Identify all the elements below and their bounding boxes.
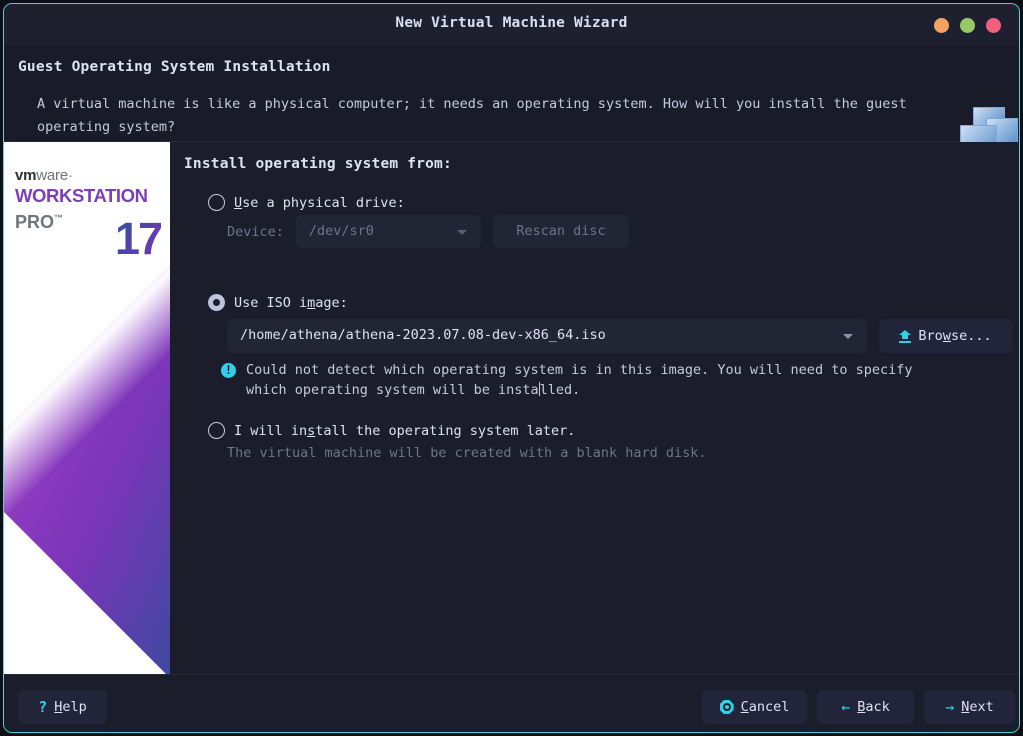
browse-button[interactable]: Browse... [879,319,1012,353]
radio-iso-image[interactable] [208,294,225,311]
page-title: Guest Operating System Installation [18,59,331,75]
brand-edition-text: PRO [15,212,55,232]
iso-row: /home/athena/athena-2023.07.08-dev-x86_6… [227,319,1012,353]
option-label-iso-image: Use ISO image: [234,295,348,311]
option-label-install-later: I will install the operating system late… [234,423,575,439]
cancel-label: Cancel [741,699,790,715]
option-install-later[interactable]: I will install the operating system late… [208,422,575,439]
warning-line-1: Could not detect which operating system … [246,362,913,378]
browse-label-pre: Bro [918,328,943,344]
option-label-rest: tall the operating system later. [315,422,576,439]
back-label: Back [857,699,890,715]
browse-label: Browse... [918,328,991,344]
option-label-rest: age: [315,294,348,311]
chevron-down-icon [843,334,853,339]
detection-warning: Could not detect which operating system … [221,360,1011,400]
help-label: Help [54,699,87,715]
window-title: New Virtual Machine Wizard [395,15,628,31]
device-row: Device: /dev/sr0 Rescan disc [227,215,629,248]
brand-version: 17 [114,213,163,264]
radio-physical-drive[interactable] [208,194,225,211]
brand-product: WORKSTATION [15,185,148,206]
exclamation-circle-icon [221,362,236,378]
radio-install-later[interactable] [208,422,225,439]
wizard-footer: ? Help Cancel ← Back → Next [4,674,1019,732]
wizard-header: Guest Operating System Installation A vi… [4,45,1019,169]
close-button[interactable] [986,18,1001,33]
upload-icon [899,329,912,343]
device-select-value: /dev/sr0 [308,223,374,239]
next-button[interactable]: → Next [924,690,1015,724]
rescan-disc-button[interactable]: Rescan disc [492,215,629,248]
iso-path-select[interactable]: /home/athena/athena-2023.07.08-dev-x86_6… [227,319,867,353]
option-use-iso-image[interactable]: Use ISO image: [208,294,348,311]
wizard-window: New Virtual Machine Wizard Guest Operati… [3,3,1020,733]
brand-trademark: ™ [54,213,64,223]
install-source-label: Install operating system from: [184,156,452,172]
brand-vendor-vm: vm [15,167,37,184]
arrow-left-icon: ← [841,698,851,716]
page-description: A virtual machine is like a physical com… [37,96,907,135]
mnemonic-char: C [740,699,749,715]
next-label: Next [961,699,994,715]
mnemonic-char: U [234,194,243,211]
detection-warning-text: Could not detect which operating system … [246,360,912,400]
brand-vendor-ware: ware· [36,167,73,184]
device-select[interactable]: /dev/sr0 [295,215,481,248]
help-label-rest: elp [62,699,87,715]
stop-octagon-icon [720,700,734,714]
title-bar: New Virtual Machine Wizard [4,4,1019,45]
warning-line-2-post: lled. [539,382,581,398]
cancel-label-rest: ancel [748,699,790,715]
branding-sidebar: vmware· WORKSTATION PRO™ 17 [4,142,170,674]
option-label-rest: se a physical drive: [242,194,405,211]
question-mark-icon: ? [38,698,48,716]
maximize-button[interactable] [960,18,975,33]
rescan-disc-label: Rescan disc [516,223,606,239]
option-label-physical-drive: Use a physical drive: [234,195,405,211]
arrow-right-icon: → [945,698,955,716]
back-label-rest: ack [865,699,890,715]
help-button[interactable]: ? Help [18,690,107,724]
cancel-button[interactable]: Cancel [702,690,807,724]
back-button[interactable]: ← Back [817,690,914,724]
mnemonic-char: w [942,328,951,344]
install-later-description: The virtual machine will be created with… [227,445,707,461]
minimize-button[interactable] [934,18,949,33]
brand-vendor: vmware· [15,167,165,184]
browse-label-rest: se... [950,328,992,344]
device-label: Device: [227,223,284,240]
option-label-pre: I will in [234,422,308,439]
warning-line-2-pre: which operating system will be insta [246,382,539,398]
option-label-pre: Use ISO i [234,294,308,311]
iso-path-value: /home/athena/athena-2023.07.08-dev-x86_6… [240,327,606,343]
chevron-down-icon [456,230,467,235]
next-label-rest: ext [969,699,994,715]
brand-block: vmware· WORKSTATION PRO™ 17 [15,167,165,263]
option-use-physical-drive[interactable]: Use a physical drive: [208,194,405,211]
main-content: Install operating system from: Use a phy… [170,142,1019,674]
